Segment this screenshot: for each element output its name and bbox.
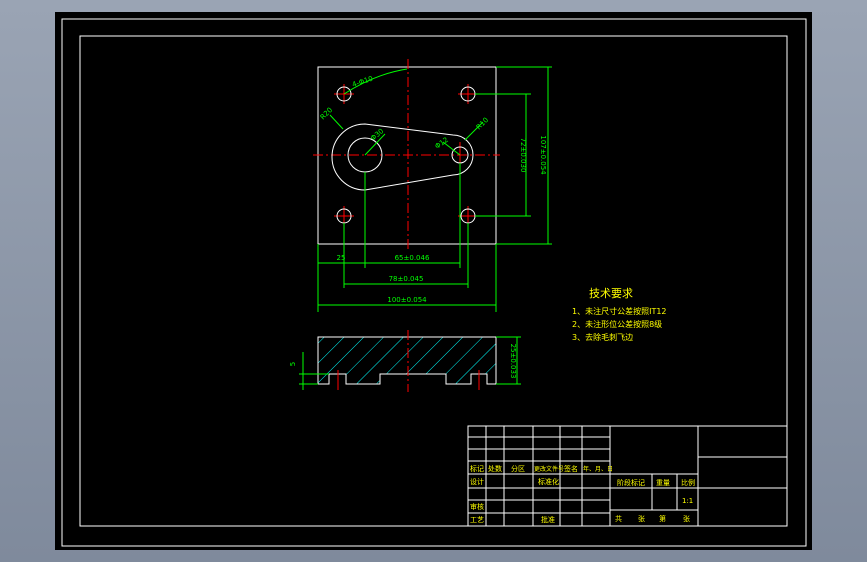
dim-thickness: 25±0.033 bbox=[509, 344, 517, 379]
section-hatch bbox=[317, 336, 497, 385]
tb-weight: 重量 bbox=[656, 479, 670, 487]
notes-item-3: 3、去除毛刺飞边 bbox=[572, 332, 633, 342]
tb-mark: 标记 bbox=[470, 464, 484, 473]
dim-w-left: 25 bbox=[337, 254, 346, 262]
section-view: 25±0.033 5 bbox=[289, 330, 521, 392]
top-view: 4-Φ10 R20 Φ30 Φ12 R10 72±0.030 107±0.054… bbox=[313, 59, 552, 312]
dim-w-total: 100±0.054 bbox=[387, 296, 427, 304]
dim-phi1: Φ30 bbox=[369, 127, 385, 142]
tb-count: 处数 bbox=[488, 464, 502, 473]
tb-scale-value: 1:1 bbox=[682, 497, 693, 505]
dim-step: 5 bbox=[289, 362, 297, 366]
tb-sheet-total: 共 bbox=[615, 514, 622, 523]
tb-date: 年、月、日 bbox=[583, 465, 613, 473]
tb-approve: 批准 bbox=[541, 515, 555, 524]
dim-h-outer: 107±0.054 bbox=[539, 135, 547, 175]
title-block bbox=[467, 425, 788, 527]
dim-phi2: Φ12 bbox=[434, 136, 450, 151]
tb-design: 设计 bbox=[470, 477, 484, 486]
notes-item-1: 1、未注尺寸公差按照IT12 bbox=[572, 306, 667, 316]
cad-drawing: 4-Φ10 R20 Φ30 Φ12 R10 72±0.030 107±0.054… bbox=[61, 18, 807, 547]
tb-sheet-word: 张 bbox=[683, 514, 690, 523]
technical-notes: 技术要求 1、未注尺寸公差按照IT12 2、未注形位公差按照8级 3、去除毛刺飞… bbox=[572, 287, 667, 342]
dim-w-65: 65±0.046 bbox=[395, 254, 430, 262]
tb-zone: 分区 bbox=[511, 464, 525, 473]
inner-frame bbox=[79, 35, 788, 527]
tb-standardize: 标准化 bbox=[538, 477, 559, 486]
dim-r1: R20 bbox=[319, 106, 334, 121]
outer-frame bbox=[61, 18, 807, 547]
tb-review: 审核 bbox=[470, 502, 484, 511]
tb-change-doc: 更改文件号 bbox=[534, 465, 564, 473]
tb-sheets: 张 bbox=[638, 514, 645, 523]
dim-w-78: 78±0.045 bbox=[389, 275, 424, 283]
drawing-viewport[interactable]: 4-Φ10 R20 Φ30 Φ12 R10 72±0.030 107±0.054… bbox=[55, 12, 812, 550]
notes-item-2: 2、未注形位公差按照8级 bbox=[572, 319, 662, 329]
dim-r2: R10 bbox=[475, 116, 490, 131]
dim-h-inner: 72±0.030 bbox=[519, 138, 527, 173]
dim-hole-pattern: 4-Φ10 bbox=[351, 75, 374, 89]
tb-signature: 签名 bbox=[564, 464, 578, 473]
tb-process: 工艺 bbox=[470, 516, 484, 524]
leader-r1 bbox=[329, 114, 344, 130]
tb-scale: 比例 bbox=[681, 478, 695, 487]
tb-stage-mark: 阶段标记 bbox=[617, 478, 645, 487]
notes-title: 技术要求 bbox=[589, 287, 633, 300]
tb-sheet-no: 第 bbox=[659, 514, 666, 523]
